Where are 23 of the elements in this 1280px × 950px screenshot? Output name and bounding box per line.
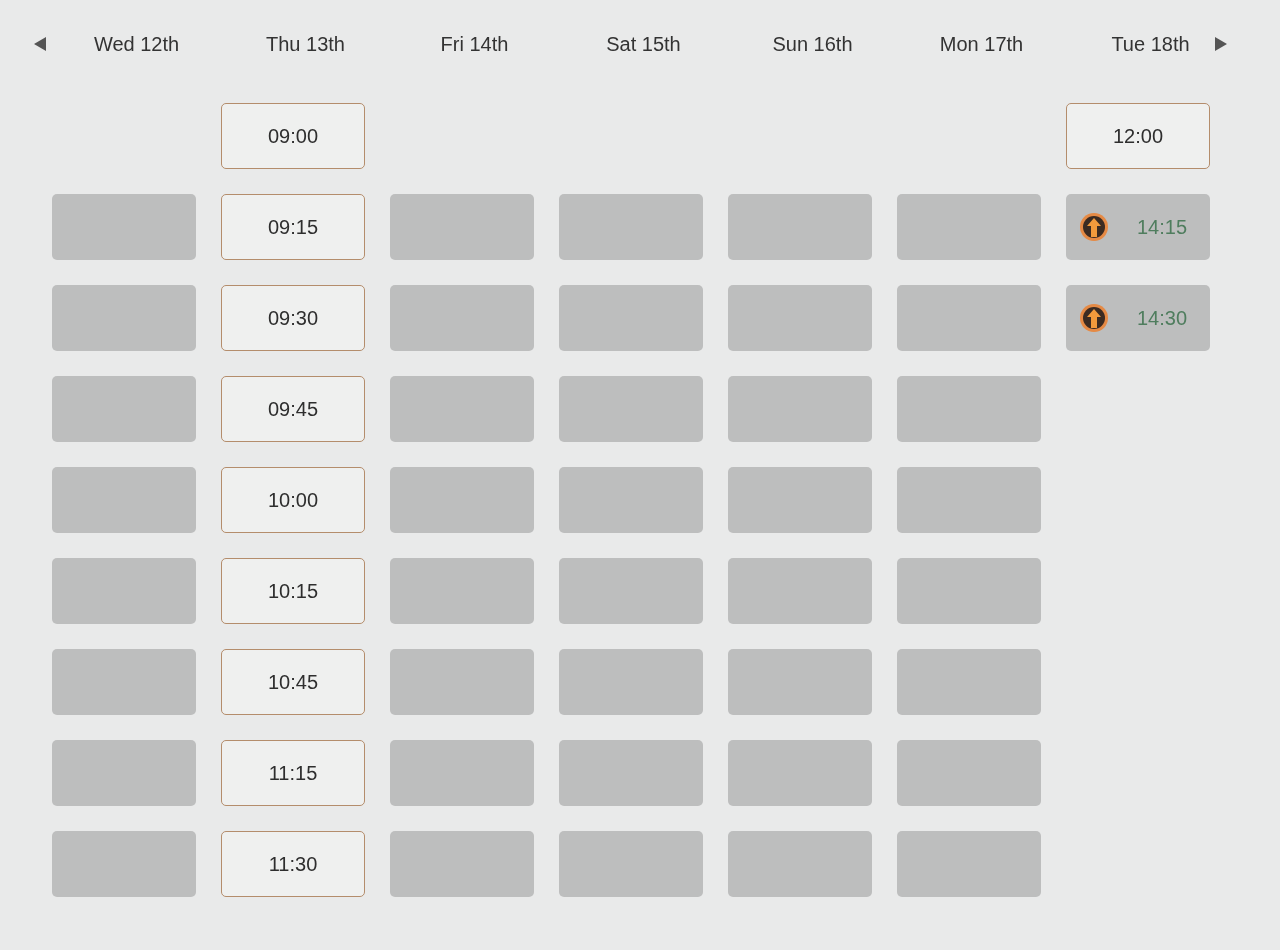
slot-time: 14:30: [1135, 306, 1189, 330]
time-slot[interactable]: 11:15: [221, 740, 365, 806]
day-heading: Fri 14th: [440, 32, 509, 56]
slot-time: 14:15: [1135, 215, 1189, 239]
day-heading: Thu 13th: [266, 32, 345, 56]
day-heading: Wed 12th: [93, 32, 180, 56]
time-slot[interactable]: 09:15: [221, 194, 365, 260]
time-slot[interactable]: 11:30: [221, 831, 365, 897]
day-heading: Sat 15th: [606, 32, 681, 56]
time-slot[interactable]: 10:15: [221, 558, 365, 624]
next-arrow-icon[interactable]: [1215, 37, 1227, 51]
day-heading: Sun 16th: [772, 32, 853, 56]
up-arrow-icon: [1080, 213, 1108, 241]
time-slot[interactable]: 10:45: [221, 649, 365, 715]
time-slot[interactable]: 09:00: [221, 103, 365, 169]
time-slot[interactable]: 10:00: [221, 467, 365, 533]
day-heading: Tue 18th: [1111, 32, 1190, 56]
time-slot[interactable]: 12:00: [1066, 103, 1210, 169]
day-heading: Mon 17th: [939, 32, 1024, 56]
up-arrow-icon: [1080, 304, 1108, 332]
time-slot[interactable]: 09:30: [221, 285, 365, 351]
previous-arrow-icon[interactable]: [34, 37, 46, 51]
time-slot[interactable]: 09:45: [221, 376, 365, 442]
